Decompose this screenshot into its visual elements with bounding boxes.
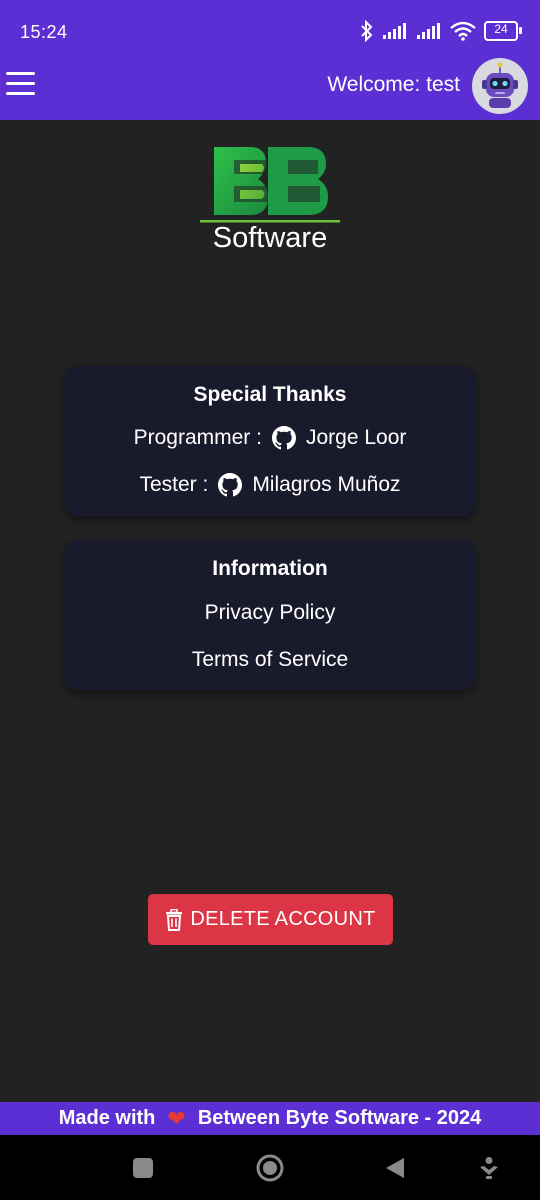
signal-icon	[383, 23, 406, 39]
battery-icon: 24	[484, 21, 522, 41]
tester-row: Tester : Milagros Muñoz	[64, 473, 476, 497]
information-card: Information Privacy Policy Terms of Serv…	[64, 540, 476, 690]
status-bar: 15:24 24	[0, 0, 540, 56]
trash-icon	[166, 908, 183, 931]
heart-icon: ❤	[167, 1105, 186, 1131]
robot-avatar[interactable]	[472, 58, 528, 114]
programmer-label: Programmer :	[133, 426, 262, 449]
status-time: 15:24	[20, 22, 68, 42]
privacy-policy-link[interactable]: Privacy Policy	[64, 601, 476, 625]
information-title: Information	[212, 557, 328, 580]
wifi-icon	[450, 21, 476, 41]
back-triangle-icon[interactable]	[384, 1156, 406, 1180]
system-nav-bar	[0, 1135, 540, 1200]
github-icon[interactable]	[218, 473, 243, 497]
download-icon[interactable]	[478, 1156, 500, 1180]
bluetooth-icon	[361, 20, 373, 42]
tester-label: Tester :	[139, 473, 209, 496]
footer-company: Between Byte Software - 2024	[197, 1107, 482, 1129]
square-icon[interactable]	[132, 1157, 154, 1179]
battery-level: 24	[494, 22, 508, 36]
welcome-text: Welcome: test	[327, 73, 460, 96]
app-bar: Welcome: test	[0, 56, 540, 120]
menu-icon[interactable]	[6, 70, 36, 98]
footer-made-with: Made with	[58, 1107, 156, 1129]
bb-software-logo: Software	[200, 144, 340, 256]
delete-account-label: DELETE ACCOUNT	[190, 908, 376, 930]
special-thanks-card: Special Thanks Programmer : Jorge Loor T…	[64, 366, 476, 516]
status-icons: 24	[360, 20, 522, 42]
tester-name[interactable]: Milagros Muñoz	[252, 473, 400, 497]
footer: Made with ❤ Between Byte Software - 2024	[0, 1102, 540, 1135]
circle-icon[interactable]	[255, 1153, 285, 1183]
programmer-name[interactable]: Jorge Loor	[306, 426, 406, 450]
delete-account-button[interactable]: DELETE ACCOUNT	[148, 894, 393, 945]
programmer-row: Programmer : Jorge Loor	[64, 426, 476, 450]
signal-icon	[417, 23, 440, 39]
special-thanks-title: Special Thanks	[193, 383, 347, 406]
logo-text: Software	[212, 222, 328, 254]
terms-of-service-link[interactable]: Terms of Service	[64, 648, 476, 672]
github-icon[interactable]	[271, 426, 296, 450]
